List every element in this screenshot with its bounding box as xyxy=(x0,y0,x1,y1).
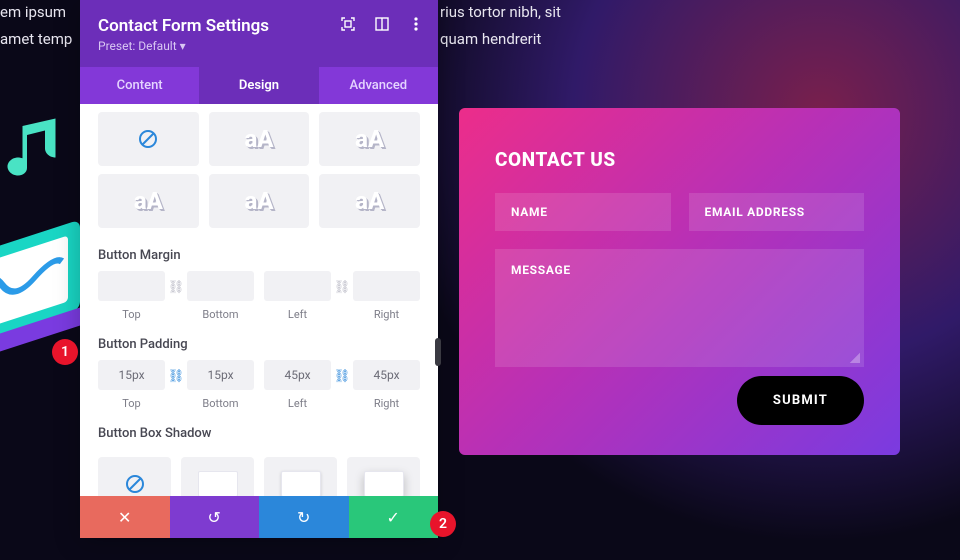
label-top: Top xyxy=(98,397,165,410)
name-label: NAME xyxy=(511,205,548,219)
link-horizontal-icon[interactable]: ⛓ xyxy=(331,271,353,321)
more-icon[interactable] xyxy=(408,16,424,32)
padding-top-input[interactable] xyxy=(98,360,165,390)
message-label: MESSAGE xyxy=(511,263,571,277)
panel-header: Contact Form Settings Preset: Default ▾ xyxy=(80,0,438,67)
email-label: EMAIL ADDRESS xyxy=(705,205,805,219)
drag-handle[interactable] xyxy=(435,338,441,366)
settings-panel: Contact Form Settings Preset: Default ▾ … xyxy=(80,0,438,538)
undo-button[interactable]: ↺ xyxy=(170,496,260,538)
panel-body[interactable]: aA aA aA aA aA Button Margin Top ⛓ Botto… xyxy=(80,104,438,496)
annotation-badge-2: 2 xyxy=(430,511,456,537)
label-left: Left xyxy=(264,308,331,321)
section-button-padding: Button Padding xyxy=(80,321,438,360)
label-bottom: Bottom xyxy=(187,308,254,321)
music-note-decoration xyxy=(0,108,78,198)
message-field[interactable]: MESSAGE xyxy=(495,249,864,367)
padding-left-input[interactable] xyxy=(264,360,331,390)
text-style-none[interactable] xyxy=(98,112,199,166)
text-style-opt[interactable]: aA xyxy=(319,112,420,166)
bg-text: quam hendrerit xyxy=(440,27,541,53)
bg-text: amet temp xyxy=(0,27,72,53)
shadow-opt[interactable] xyxy=(264,457,337,496)
label-top: Top xyxy=(98,308,165,321)
name-field[interactable]: NAME xyxy=(495,193,671,231)
cancel-button[interactable]: ✕ xyxy=(80,496,170,538)
text-style-opt[interactable]: aA xyxy=(319,174,420,228)
layout-icon[interactable] xyxy=(374,16,390,32)
padding-bottom-input[interactable] xyxy=(187,360,254,390)
preset-dropdown[interactable]: Preset: Default ▾ xyxy=(98,39,420,53)
section-button-margin: Button Margin xyxy=(80,232,438,271)
link-vertical-icon[interactable]: ⛓ xyxy=(165,271,187,321)
tab-advanced[interactable]: Advanced xyxy=(319,67,438,104)
label-right: Right xyxy=(353,397,420,410)
text-style-opt[interactable]: aA xyxy=(98,174,199,228)
bg-text: rius tortor nibh, sit xyxy=(440,0,561,26)
text-style-opt[interactable]: aA xyxy=(209,174,310,228)
panel-tabs: Content Design Advanced xyxy=(80,67,438,104)
shadow-opt[interactable] xyxy=(347,457,420,496)
link-vertical-icon[interactable]: ⛓ xyxy=(165,360,187,410)
redo-button[interactable]: ↻ xyxy=(259,496,349,538)
label-right: Right xyxy=(353,308,420,321)
submit-button[interactable]: SUBMIT xyxy=(737,376,864,425)
email-field[interactable]: EMAIL ADDRESS xyxy=(689,193,865,231)
margin-top-input[interactable] xyxy=(98,271,165,301)
panel-footer: ✕ ↺ ↻ ✓ xyxy=(80,496,438,538)
link-horizontal-icon[interactable]: ⛓ xyxy=(331,360,353,410)
annotation-badge-1: 1 xyxy=(52,339,78,365)
section-button-box-shadow: Button Box Shadow xyxy=(80,410,438,449)
expand-icon[interactable] xyxy=(340,16,356,32)
padding-right-input[interactable] xyxy=(353,360,420,390)
text-style-opt[interactable]: aA xyxy=(209,112,310,166)
margin-right-input[interactable] xyxy=(353,271,420,301)
contact-form-preview: CONTACT US NAME EMAIL ADDRESS MESSAGE SU… xyxy=(459,108,900,455)
shadow-opt[interactable] xyxy=(181,457,254,496)
shadow-none[interactable] xyxy=(98,457,171,496)
form-title: CONTACT US xyxy=(495,148,864,171)
label-left: Left xyxy=(264,397,331,410)
bg-text: em ipsum xyxy=(0,0,66,26)
margin-left-input[interactable] xyxy=(264,271,331,301)
tab-content[interactable]: Content xyxy=(80,67,199,104)
label-bottom: Bottom xyxy=(187,397,254,410)
save-button[interactable]: ✓ xyxy=(349,496,439,538)
margin-bottom-input[interactable] xyxy=(187,271,254,301)
tab-design[interactable]: Design xyxy=(199,67,318,104)
